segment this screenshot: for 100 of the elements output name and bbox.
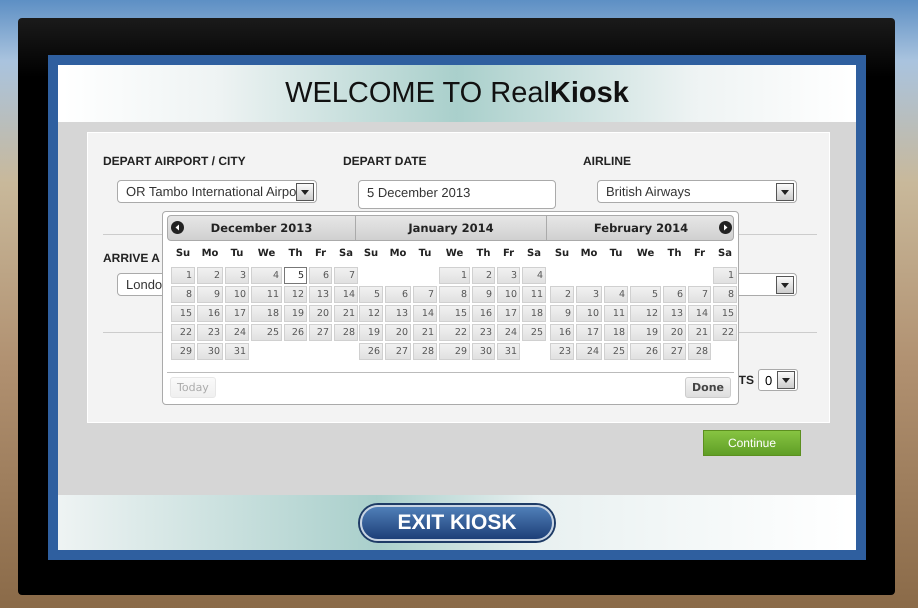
calendar-day[interactable]: 6 <box>385 286 411 303</box>
calendar-day[interactable]: 17 <box>497 305 520 322</box>
calendar-day[interactable]: 8 <box>713 286 737 303</box>
calendar-day[interactable]: 5 <box>284 267 307 284</box>
count-dropdown[interactable]: 0 <box>758 369 798 391</box>
calendar-day[interactable]: 8 <box>439 286 470 303</box>
calendar-day[interactable]: 27 <box>309 324 332 341</box>
calendar-day[interactable]: 28 <box>413 343 437 360</box>
calendar-day[interactable]: 22 <box>439 324 470 341</box>
dropdown-field[interactable]: OR Tambo International Airpo <box>117 180 317 203</box>
calendar-day[interactable]: 4 <box>522 267 546 284</box>
calendar-day[interactable]: 20 <box>663 324 686 341</box>
calendar-day[interactable]: 28 <box>334 324 358 341</box>
calendar-day[interactable]: 10 <box>225 286 249 303</box>
calendar-day[interactable]: 17 <box>576 324 602 341</box>
calendar-day[interactable]: 1 <box>439 267 470 284</box>
calendar-day[interactable]: 18 <box>604 324 628 341</box>
calendar-day[interactable]: 11 <box>604 305 628 322</box>
calendar-day[interactable]: 14 <box>688 305 711 322</box>
calendar-day[interactable]: 22 <box>713 324 737 341</box>
calendar-day[interactable]: 4 <box>604 286 628 303</box>
calendar-day[interactable]: 6 <box>663 286 686 303</box>
calendar-day[interactable]: 19 <box>630 324 661 341</box>
dropdown-field[interactable]: British Airways <box>597 180 797 203</box>
calendar-day[interactable]: 2 <box>197 267 223 284</box>
calendar-day[interactable]: 25 <box>251 324 282 341</box>
calendar-day[interactable]: 1 <box>713 267 737 284</box>
calendar-day[interactable]: 15 <box>171 305 195 322</box>
calendar-day[interactable]: 7 <box>688 286 711 303</box>
calendar-day[interactable]: 7 <box>334 267 358 284</box>
calendar-day[interactable]: 19 <box>359 324 383 341</box>
calendar-day[interactable]: 26 <box>284 324 307 341</box>
calendar-day[interactable]: 13 <box>309 286 332 303</box>
calendar-day[interactable]: 16 <box>550 324 574 341</box>
calendar-day[interactable]: 18 <box>251 305 282 322</box>
calendar-day[interactable]: 23 <box>472 324 495 341</box>
calendar-day[interactable]: 3 <box>497 267 520 284</box>
calendar-day[interactable]: 3 <box>576 286 602 303</box>
calendar-day[interactable]: 9 <box>550 305 574 322</box>
calendar-day[interactable]: 19 <box>284 305 307 322</box>
calendar-day[interactable]: 30 <box>197 343 223 360</box>
calendar-day[interactable]: 5 <box>359 286 383 303</box>
calendar-day[interactable]: 17 <box>225 305 249 322</box>
calendar-day[interactable]: 24 <box>225 324 249 341</box>
calendar-day[interactable]: 12 <box>630 305 661 322</box>
calendar-day[interactable]: 5 <box>630 286 661 303</box>
calendar-day[interactable]: 13 <box>663 305 686 322</box>
calendar-day[interactable]: 15 <box>713 305 737 322</box>
calendar-day[interactable]: 25 <box>604 343 628 360</box>
calendar-day[interactable]: 23 <box>550 343 574 360</box>
calendar-day[interactable]: 9 <box>197 286 223 303</box>
calendar-day[interactable]: 15 <box>439 305 470 322</box>
calendar-day[interactable]: 11 <box>522 286 546 303</box>
previous-month-icon[interactable] <box>171 221 184 234</box>
calendar-day[interactable]: 6 <box>309 267 332 284</box>
calendar-day[interactable]: 24 <box>497 324 520 341</box>
calendar-day[interactable]: 11 <box>251 286 282 303</box>
calendar-day[interactable]: 29 <box>171 343 195 360</box>
calendar-day[interactable]: 3 <box>225 267 249 284</box>
calendar-day[interactable]: 21 <box>413 324 437 341</box>
calendar-day[interactable]: 12 <box>284 286 307 303</box>
calendar-day[interactable]: 27 <box>385 343 411 360</box>
calendar-day[interactable]: 7 <box>413 286 437 303</box>
calendar-day[interactable]: 27 <box>663 343 686 360</box>
calendar-day[interactable]: 24 <box>576 343 602 360</box>
calendar-day[interactable]: 22 <box>171 324 195 341</box>
calendar-day[interactable]: 30 <box>472 343 495 360</box>
weekday-label: We <box>256 247 276 261</box>
exit-kiosk-button[interactable]: EXIT KIOSK <box>360 504 554 540</box>
calendar-day[interactable]: 14 <box>413 305 437 322</box>
calendar-day[interactable]: 12 <box>359 305 383 322</box>
calendar-day[interactable]: 20 <box>309 305 332 322</box>
calendar-day[interactable]: 18 <box>522 305 546 322</box>
calendar-day[interactable]: 20 <box>385 324 411 341</box>
calendar-day[interactable]: 8 <box>171 286 195 303</box>
calendar-day[interactable]: 14 <box>334 286 358 303</box>
calendar-day[interactable]: 2 <box>472 267 495 284</box>
calendar-day[interactable]: 2 <box>550 286 574 303</box>
calendar-day[interactable]: 31 <box>497 343 520 360</box>
calendar-day[interactable]: 1 <box>171 267 195 284</box>
calendar-day[interactable]: 16 <box>472 305 495 322</box>
calendar-day[interactable]: 4 <box>251 267 282 284</box>
calendar-day[interactable]: 9 <box>472 286 495 303</box>
calendar-day[interactable]: 26 <box>630 343 661 360</box>
calendar-day[interactable]: 26 <box>359 343 383 360</box>
next-month-icon[interactable] <box>719 221 732 234</box>
calendar-day[interactable]: 13 <box>385 305 411 322</box>
done-button[interactable]: Done <box>685 377 731 398</box>
date-field[interactable]: 5 December 2013 <box>358 180 556 209</box>
calendar-day[interactable]: 10 <box>497 286 520 303</box>
calendar-day[interactable]: 29 <box>439 343 470 360</box>
calendar-day[interactable]: 16 <box>197 305 223 322</box>
calendar-day[interactable]: 28 <box>688 343 711 360</box>
calendar-day[interactable]: 21 <box>334 305 358 322</box>
calendar-day[interactable]: 23 <box>197 324 223 341</box>
calendar-day[interactable]: 25 <box>522 324 546 341</box>
calendar-day[interactable]: 21 <box>688 324 711 341</box>
weekday-label: Fr <box>314 247 328 261</box>
calendar-day[interactable]: 31 <box>225 343 249 360</box>
calendar-day[interactable]: 10 <box>576 305 602 322</box>
